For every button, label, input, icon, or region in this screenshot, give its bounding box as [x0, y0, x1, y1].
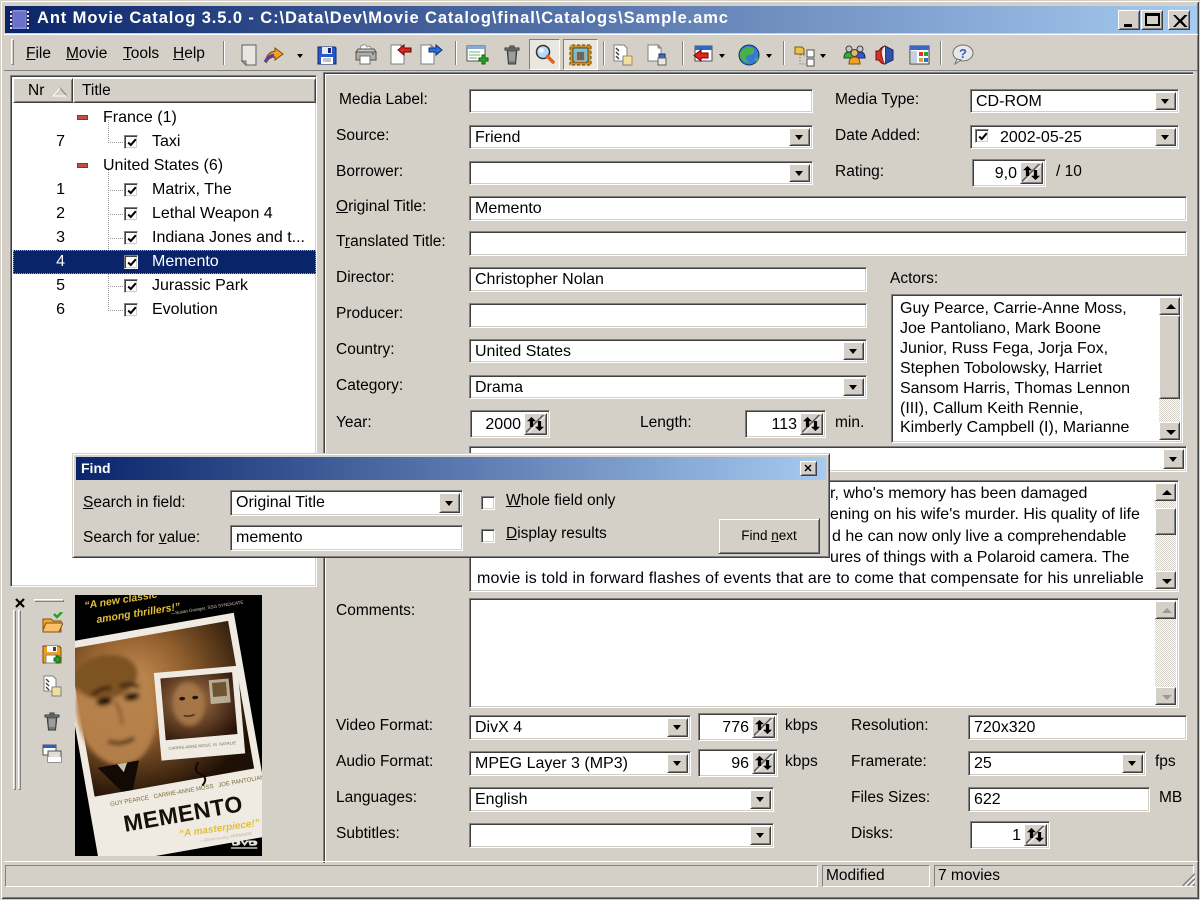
svg-text:?: ? [959, 46, 967, 61]
